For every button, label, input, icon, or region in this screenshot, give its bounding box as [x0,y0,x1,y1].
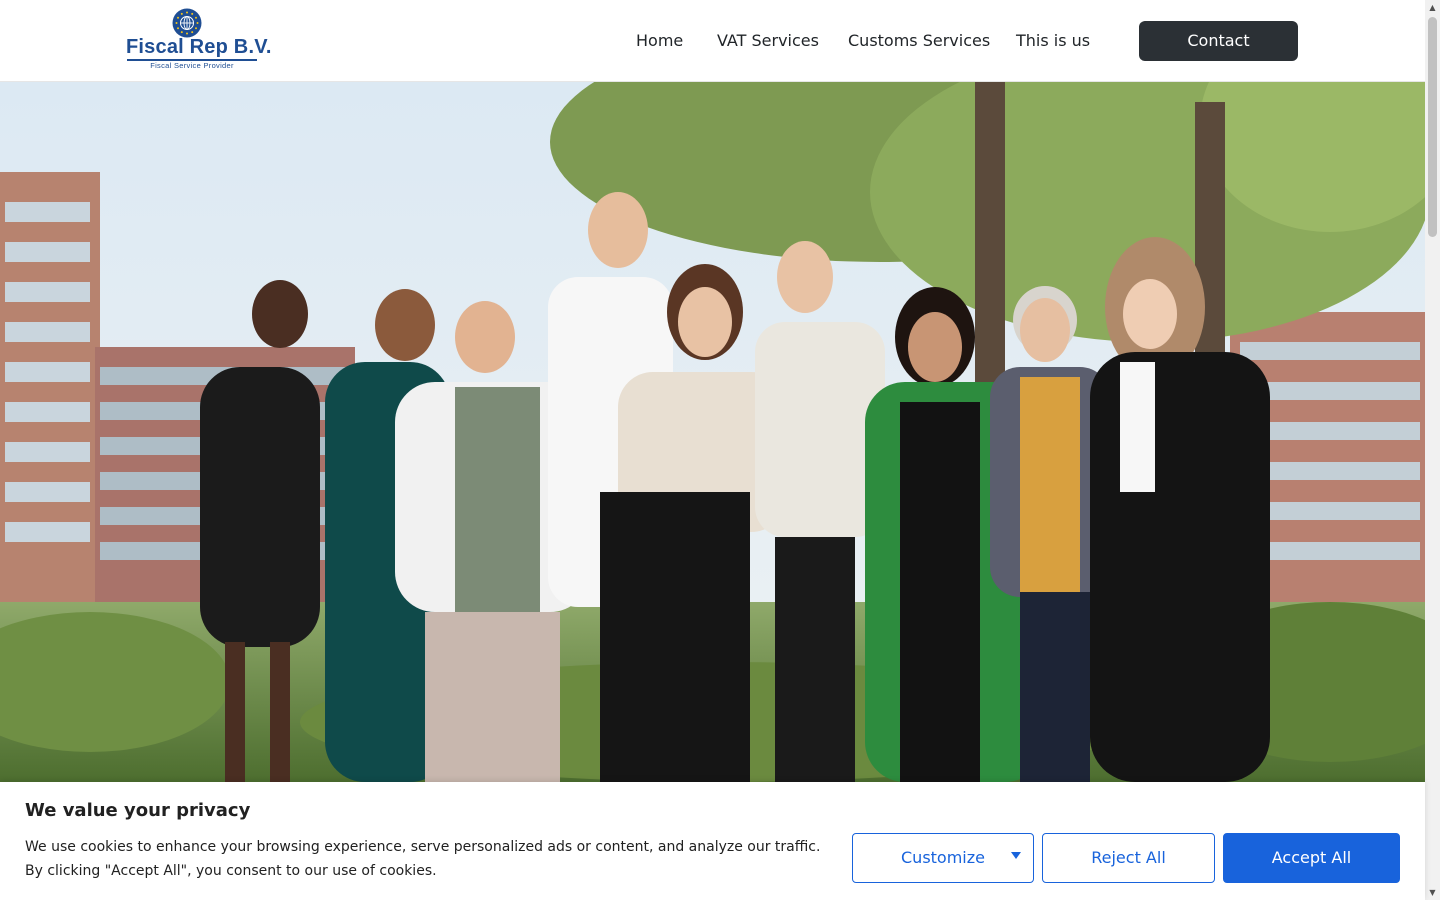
cookie-text-line-1: We use cookies to enhance your browsing … [25,839,821,855]
team-photo-illustration [0,82,1425,782]
cookie-title: We value your privacy [25,800,251,821]
customize-button[interactable]: Customize [852,833,1034,883]
cookie-consent-banner: We value your privacy We use cookies to … [0,782,1425,900]
customize-label: Customize [901,848,985,867]
logo-name: Fiscal Rep B.V. [126,36,272,58]
logo-link[interactable]: Fiscal Rep B.V. Fiscal Service Provider [124,6,272,72]
nav-vat-services[interactable]: VAT Services [717,28,819,54]
nav-this-is-us[interactable]: This is us [1016,28,1090,54]
nav-home[interactable]: Home [636,28,683,54]
scroll-up-arrow-icon[interactable]: ▲ [1425,0,1440,15]
vertical-scrollbar[interactable]: ▲ ▼ [1425,0,1440,900]
contact-button[interactable]: Contact [1139,21,1298,61]
cookie-description: We use cookies to enhance your browsing … [25,835,835,883]
caret-down-icon [1011,852,1021,859]
accept-all-button[interactable]: Accept All [1223,833,1400,883]
site-header: Fiscal Rep B.V. Fiscal Service Provider … [0,0,1425,82]
scroll-down-arrow-icon[interactable]: ▼ [1425,885,1440,900]
globe-icon [172,8,202,38]
cookie-text-line-2: By clicking "Accept All", you consent to… [25,863,437,879]
nav-customs-services[interactable]: Customs Services [848,28,990,54]
scroll-thumb[interactable] [1428,17,1437,237]
reject-all-button[interactable]: Reject All [1042,833,1215,883]
logo-tagline: Fiscal Service Provider [150,61,234,70]
hero-team-photo [0,82,1425,782]
